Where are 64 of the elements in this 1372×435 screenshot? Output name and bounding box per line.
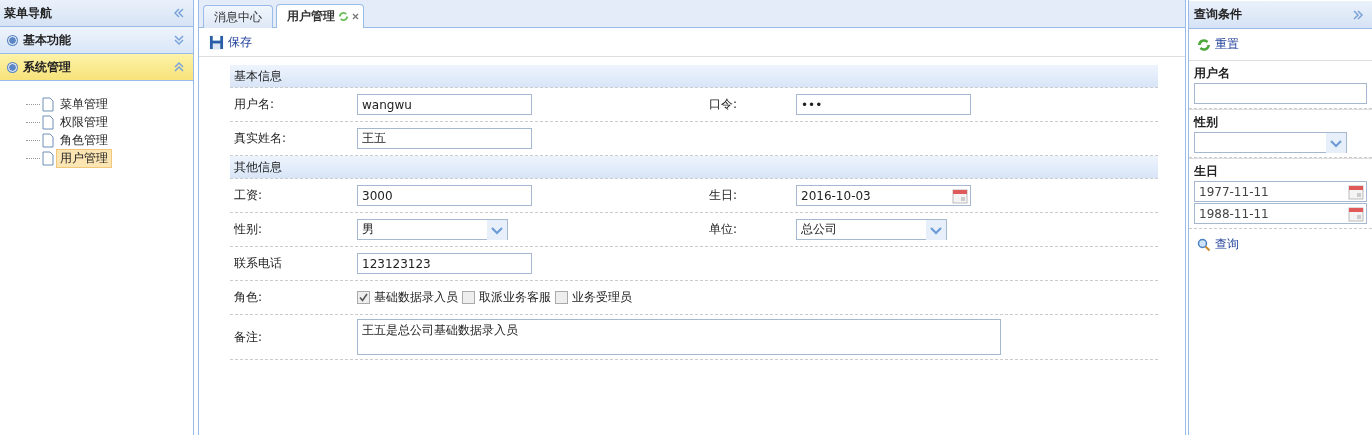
field-label: 联系电话 [234, 255, 283, 272]
chevron-icon[interactable] [173, 61, 185, 73]
panel-title: 查询条件 [1194, 6, 1242, 23]
checkbox-label: 业务受理员 [572, 289, 632, 306]
sidebar-title: 菜单导航 [4, 4, 52, 22]
accordion-header[interactable]: 系统管理 [0, 54, 193, 81]
section-title: 基本信息 [234, 67, 282, 85]
tree-item[interactable]: 角色管理 [56, 130, 112, 150]
field-label: 工资: [234, 187, 264, 204]
field-label: 用户名: [234, 96, 276, 113]
input-field[interactable]: wangwu [357, 94, 532, 115]
collapse-icon[interactable] [173, 7, 185, 19]
tree-item[interactable]: 菜单管理 [56, 94, 112, 114]
field-label: 备注: [234, 328, 264, 346]
bullet-icon [8, 62, 17, 72]
document-icon [42, 114, 54, 130]
select-field[interactable]: 总公司 [796, 219, 947, 240]
field-label: 口令: [709, 96, 739, 113]
section-title: 其他信息 [234, 158, 282, 176]
checkbox[interactable] [357, 291, 370, 304]
reset-button[interactable]: 重置 [1195, 34, 1241, 55]
field-label: 生日: [709, 187, 739, 204]
calendar-icon[interactable] [1348, 183, 1364, 200]
document-icon [42, 150, 54, 166]
field-label: 用户名 [1194, 65, 1231, 82]
input-field[interactable] [1194, 83, 1367, 104]
field-label: 单位: [709, 221, 739, 238]
tab[interactable]: 消息中心 [203, 5, 273, 28]
save-button[interactable]: 保存 [207, 31, 254, 53]
calendar-icon[interactable] [952, 187, 968, 204]
accordion-header[interactable]: 基本功能 [0, 27, 193, 54]
field-label: 真实姓名: [234, 130, 288, 147]
input-field[interactable]: ••• [796, 94, 971, 115]
tab[interactable]: 用户管理 [276, 4, 364, 28]
date-field[interactable]: 1988-11-11 [1194, 203, 1367, 224]
bullet-icon [8, 35, 17, 45]
date-field[interactable]: 1977-11-11 [1194, 181, 1367, 202]
select-field[interactable] [1194, 132, 1347, 153]
field-label: 生日 [1194, 163, 1219, 180]
close-icon[interactable] [352, 13, 359, 20]
field-label: 角色: [234, 289, 264, 306]
select-field[interactable]: 男 [357, 219, 508, 240]
tree-item[interactable]: 用户管理 [56, 148, 112, 168]
tree-item[interactable]: 权限管理 [56, 112, 112, 132]
search-button[interactable]: 查询 [1195, 234, 1241, 255]
calendar-icon[interactable] [1348, 205, 1364, 222]
field-label: 性别: [234, 221, 264, 238]
textarea-field[interactable]: 王五是总公司基础数据录入员 [357, 319, 1001, 355]
refresh-icon[interactable] [338, 11, 349, 22]
checkbox[interactable] [462, 291, 475, 304]
checkbox[interactable] [555, 291, 568, 304]
input-field[interactable]: 123123123 [357, 253, 532, 274]
document-icon [42, 132, 54, 148]
date-field[interactable]: 2016-10-03 [796, 185, 971, 206]
collapse-icon[interactable] [1352, 8, 1364, 21]
document-icon [42, 96, 54, 112]
input-field[interactable]: 王五 [357, 128, 532, 149]
field-label: 性别 [1194, 114, 1219, 131]
search-icon [1197, 237, 1211, 252]
input-field[interactable]: 3000 [357, 185, 532, 206]
chevron-icon[interactable] [173, 34, 185, 46]
checkbox-label: 取派业务客服 [479, 289, 551, 306]
checkbox-label: 基础数据录入员 [374, 289, 458, 306]
refresh-icon [1197, 37, 1211, 52]
